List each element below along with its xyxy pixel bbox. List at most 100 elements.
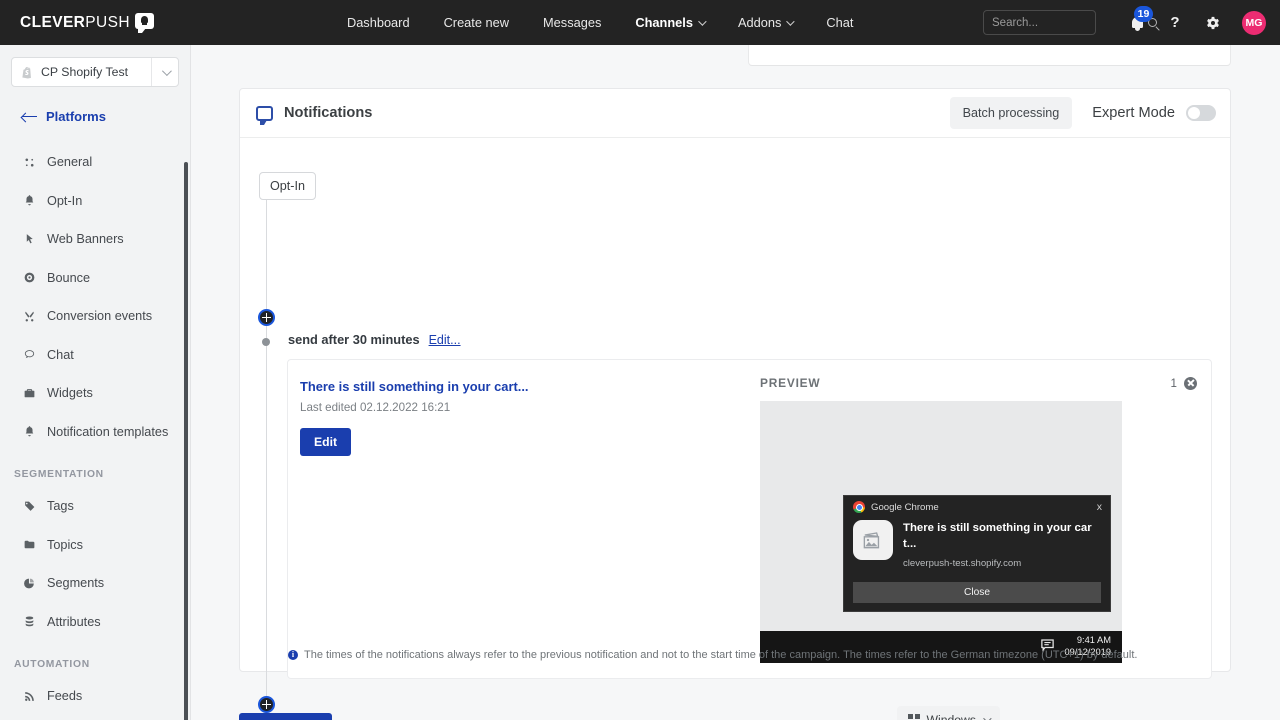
nav-item-channels[interactable]: Channels — [618, 9, 721, 36]
sidebar-item-label: Tags — [47, 499, 74, 513]
preview-count: 1 — [1171, 377, 1177, 390]
back-link-label: Platforms — [46, 109, 106, 124]
sidebar-item-widgets[interactable]: Widgets — [0, 374, 190, 413]
sidebar-item-opt-in[interactable]: Opt-In — [0, 182, 190, 221]
sidebar-item-chat[interactable]: Chat — [0, 336, 190, 375]
page-title: Notifications — [284, 105, 372, 121]
search-input[interactable] — [990, 16, 1148, 30]
main-content: Notifications Batch processing Expert Mo… — [191, 45, 1280, 720]
user-avatar[interactable]: MG — [1242, 11, 1266, 35]
step-timing-edit-link[interactable]: Edit... — [429, 333, 461, 347]
sidebar-item-tags[interactable]: Tags — [0, 487, 190, 526]
back-to-platforms-link[interactable]: Platforms — [22, 109, 190, 124]
search-box[interactable] — [983, 10, 1096, 35]
flow-step-dot — [262, 338, 270, 346]
logo-text: CLEVERPUSH — [20, 14, 130, 32]
sidebar-item-general[interactable]: General — [0, 143, 190, 182]
save-button-partial[interactable] — [239, 713, 332, 720]
nav-label: Dashboard — [347, 15, 410, 30]
flow-step-card: There is still something in your cart...… — [287, 359, 1212, 679]
bell-icon — [22, 425, 36, 439]
primary-nav: Dashboard Create new Messages Channels A… — [330, 9, 870, 36]
app-logo[interactable]: CLEVERPUSH — [20, 14, 154, 32]
sidebar-item-label: Widgets — [47, 386, 93, 400]
expert-mode-toggle[interactable] — [1186, 105, 1216, 121]
preview-header: PREVIEW 1 — [760, 376, 1197, 390]
sidebar-item-conversion-events[interactable]: Conversion events — [0, 297, 190, 336]
sidebar-item-notification-templates[interactable]: Notification templates — [0, 413, 190, 452]
nav-label: Create new — [444, 15, 509, 30]
logo-text-strong: CLEVER — [20, 14, 85, 31]
sidebar-item-label: Opt-In — [47, 194, 82, 208]
nav-item-messages[interactable]: Messages — [526, 9, 618, 36]
os-selector-label: Windows — [927, 713, 976, 720]
pie-chart-icon — [22, 576, 36, 590]
chevron-down-icon[interactable] — [152, 69, 178, 76]
tag-icon — [22, 499, 36, 513]
sidebar-item-attributes[interactable]: Attributes — [0, 603, 190, 642]
arrow-left-icon — [22, 112, 37, 122]
notification-title-link[interactable]: There is still something in your cart... — [300, 379, 760, 394]
preview-notification-title: There is still something in your car t..… — [903, 520, 1101, 552]
sidebar-item-topics[interactable]: Topics — [0, 526, 190, 565]
sidebar-item-label: Web Banners — [47, 232, 124, 246]
preview-notification: Google Chrome x There is still something… — [843, 495, 1111, 612]
chevron-down-icon — [983, 714, 991, 720]
folder-icon — [22, 538, 36, 552]
sidebar-item-segments[interactable]: Segments — [0, 564, 190, 603]
rss-icon — [22, 689, 36, 703]
nav-label: Channels — [635, 15, 693, 30]
sidebar: CP Shopify Test Platforms General Opt-In… — [0, 45, 191, 720]
preview-browser-name: Google Chrome — [871, 502, 939, 513]
sidebar-item-label: Bounce — [47, 271, 90, 285]
database-icon — [22, 615, 36, 629]
sidebar-item-feeds[interactable]: Feeds — [0, 677, 190, 716]
settings-button[interactable] — [1203, 13, 1223, 33]
sidebar-item-label: Conversion events — [47, 309, 152, 323]
notifications-card: Notifications Batch processing Expert Mo… — [239, 88, 1231, 672]
nav-item-addons[interactable]: Addons — [721, 9, 809, 36]
sidebar-menu-automation: Feeds — [0, 677, 190, 716]
nav-item-dashboard[interactable]: Dashboard — [330, 9, 427, 36]
sidebar-item-label: Feeds — [47, 689, 82, 703]
windows-icon — [908, 714, 920, 720]
close-circle-icon[interactable] — [1184, 377, 1197, 390]
card-header: Notifications Batch processing Expert Mo… — [240, 89, 1230, 138]
nav-label: Addons — [738, 15, 781, 30]
channel-selector[interactable]: CP Shopify Test — [11, 57, 179, 87]
top-bar-actions: 19 ? MG — [983, 0, 1266, 45]
toolbox-icon — [22, 386, 36, 400]
chevron-down-icon — [698, 17, 706, 25]
add-step-button-bottom[interactable] — [258, 696, 275, 713]
edit-notification-button[interactable]: Edit — [300, 428, 351, 456]
shopify-icon — [20, 65, 35, 80]
nav-item-chat[interactable]: Chat — [809, 9, 870, 36]
os-selector[interactable]: Windows — [897, 706, 1000, 720]
scissors-icon — [22, 309, 36, 323]
close-icon[interactable]: x — [1097, 502, 1102, 513]
notifications-bell-button[interactable]: 19 — [1127, 13, 1147, 33]
target-icon — [22, 271, 36, 285]
sidebar-section-automation: AUTOMATION — [0, 641, 190, 677]
step-details: There is still something in your cart...… — [288, 360, 760, 678]
trigger-chip-opt-in[interactable]: Opt-In — [259, 172, 316, 200]
sidebar-item-web-banners[interactable]: Web Banners — [0, 220, 190, 259]
help-button[interactable]: ? — [1165, 13, 1185, 33]
sidebar-item-label: General — [47, 155, 92, 169]
nav-item-create-new[interactable]: Create new — [427, 9, 526, 36]
sliders-icon — [22, 155, 36, 169]
bell-icon — [22, 194, 36, 208]
sidebar-scroll-area: General Opt-In Web Banners Bounce Conver… — [0, 143, 190, 720]
sidebar-item-bounce[interactable]: Bounce — [0, 259, 190, 298]
gear-icon — [1205, 15, 1221, 31]
preview-heading: PREVIEW — [760, 376, 820, 390]
card-above-partial — [748, 45, 1231, 66]
sidebar-scrollbar[interactable] — [184, 162, 188, 720]
preview-panel: PREVIEW 1 Google Chrome x — [760, 360, 1211, 678]
sidebar-item-label: Topics — [47, 538, 83, 552]
image-placeholder-icon — [853, 520, 893, 560]
add-step-button-top[interactable] — [258, 309, 275, 326]
preview-notification-action-button[interactable]: Close — [853, 582, 1101, 603]
help-icon: ? — [1170, 14, 1179, 31]
batch-processing-button[interactable]: Batch processing — [950, 97, 1073, 129]
